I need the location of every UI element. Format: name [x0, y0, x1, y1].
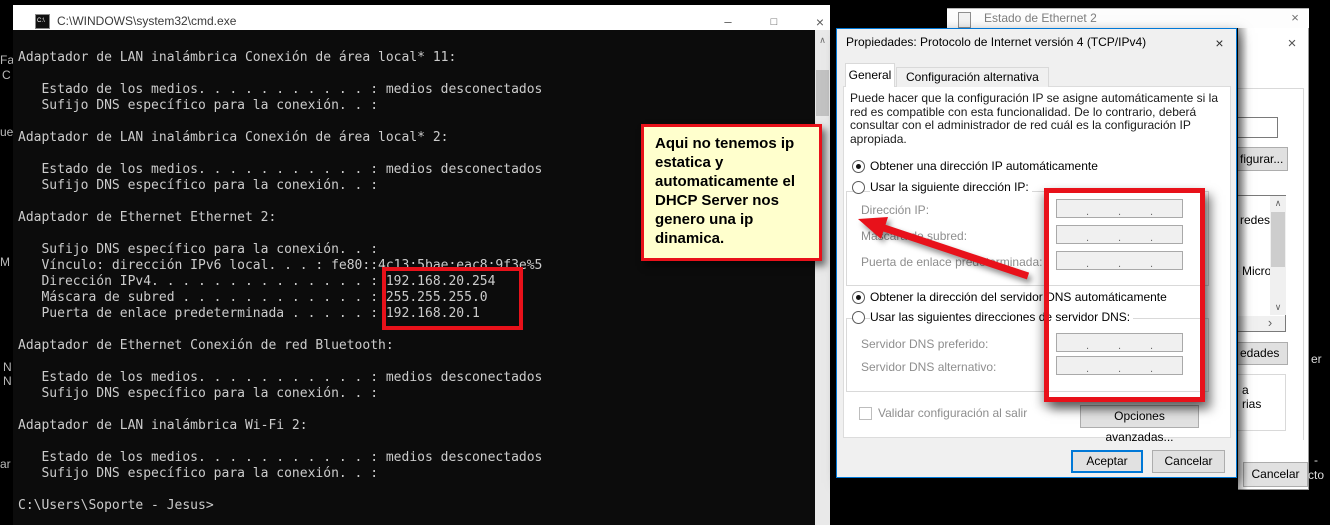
- close-icon[interactable]: ×: [1286, 9, 1304, 27]
- dialog-drop-shadow: [1238, 28, 1248, 490]
- desktop-text-fragment: -: [1314, 453, 1318, 467]
- radio-obtain-dns-automatically[interactable]: [852, 291, 865, 304]
- scrollbar-thumb[interactable]: [1271, 212, 1285, 267]
- scrollbar-thumb[interactable]: [816, 70, 829, 116]
- background-text-fragment: ar: [0, 457, 11, 471]
- background-text-fragment: N: [3, 374, 12, 388]
- radio-use-following-dns[interactable]: [852, 311, 865, 324]
- advanced-options-button[interactable]: Opciones avanzadas...: [1080, 405, 1199, 428]
- close-icon[interactable]: ×: [1203, 29, 1236, 57]
- scroll-right-icon[interactable]: ›: [1262, 315, 1278, 330]
- close-icon[interactable]: ×: [1282, 34, 1302, 54]
- cmd-titlebar[interactable]: C:\ C:\WINDOWS\system32\cmd.exe – □ ×: [13, 5, 830, 30]
- tab-general[interactable]: General: [845, 63, 895, 87]
- cmd-icon: C:\: [35, 14, 50, 29]
- dialog-intro-text: Puede hacer que la configuración IP se a…: [850, 92, 1226, 146]
- background-text-fragment: ue: [0, 125, 13, 139]
- scroll-up-icon[interactable]: ∧: [1270, 197, 1286, 210]
- dialog-title: Propiedades: Protocolo de Internet versi…: [846, 35, 1146, 49]
- validate-settings-label: Validar configuración al salir: [878, 406, 1027, 420]
- divider: [1303, 88, 1304, 440]
- cancel-button[interactable]: Cancelar: [1152, 450, 1225, 473]
- radio-obtain-ip-automatically[interactable]: [852, 160, 865, 173]
- tab-alternative-configuration[interactable]: Configuración alternativa: [896, 67, 1049, 87]
- ethernet-status-title: Estado de Ethernet 2: [984, 11, 1097, 25]
- desktop: Fa C ue M N N ar C:\ C:\WINDOWS\system32…: [0, 0, 1330, 525]
- annotation-note-text: Aqui no tenemos ip estatica y automatica…: [655, 134, 805, 248]
- validate-settings-checkbox[interactable]: [859, 407, 872, 420]
- ethernet-status-icon: [958, 12, 971, 28]
- ip-values-highlight-box: [382, 267, 523, 330]
- background-text-fragment: M: [0, 255, 10, 269]
- annotation-note: Aqui no tenemos ip estatica y automatica…: [641, 124, 822, 261]
- background-text-fragment: C: [2, 68, 11, 82]
- background-text-fragment: N: [3, 360, 12, 374]
- empty-fields-highlight-box: [1044, 188, 1205, 402]
- scroll-up-icon[interactable]: ∧: [815, 33, 830, 47]
- radio-obtain-ip-label: Obtener una dirección IP automáticamente: [870, 159, 1101, 173]
- cmd-window-title: C:\WINDOWS\system32\cmd.exe: [57, 14, 236, 28]
- radio-use-ip-label: Usar la siguiente dirección IP:: [870, 180, 1032, 194]
- background-text-fragment: Fa: [0, 53, 14, 67]
- desktop-text-fragment: er: [1311, 352, 1322, 366]
- radio-use-following-ip[interactable]: [852, 181, 865, 194]
- scroll-down-icon[interactable]: ∨: [1270, 301, 1286, 314]
- background-cancel-button[interactable]: Cancelar: [1243, 462, 1308, 487]
- desktop-text-fragment: cto: [1308, 468, 1324, 482]
- accept-button[interactable]: Aceptar: [1071, 450, 1143, 473]
